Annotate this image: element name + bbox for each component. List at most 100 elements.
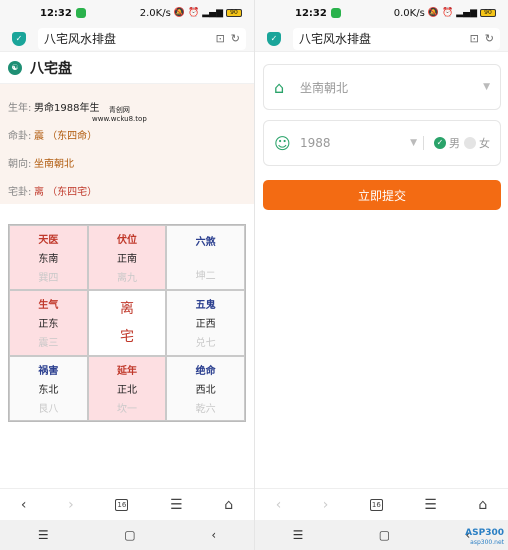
network-speed: 2.0K/s	[139, 7, 171, 19]
grid-center: 离 宅	[87, 290, 167, 356]
status-time: 12:32	[40, 7, 72, 19]
brand-name: ASP300	[465, 528, 504, 538]
url-box[interactable]: 八宅风水排盘 ⊡ ↻	[38, 27, 246, 50]
status-bar: 12:32 0.0K/s 🔕 ⏰ ▂▄▆ 90	[255, 0, 508, 26]
back-icon[interactable]: ‹	[21, 497, 27, 513]
battery-icon: 90	[480, 9, 496, 17]
browser-nav-bar: ‹ › 16 ☰ ⌂	[0, 488, 254, 520]
center-char: 离	[119, 300, 134, 317]
bazhai-title: 八宅盘	[30, 60, 72, 77]
tabs-button[interactable]: 16	[369, 498, 383, 511]
home-icon[interactable]: ⌂	[224, 497, 233, 513]
cell-star: 六煞	[195, 237, 216, 249]
grid-cell: 六煞 坤二	[166, 225, 245, 291]
bookmark-icon[interactable]: ⊡	[216, 32, 225, 45]
gender-label: 男	[449, 137, 460, 150]
cell-direction: 东北	[38, 384, 59, 396]
radio-dot-icon	[464, 137, 476, 149]
battery-icon: 90	[226, 9, 242, 17]
url-box[interactable]: 八宅风水排盘 ⊡ ↻	[293, 27, 500, 50]
signal-icon: ▂▄▆	[456, 8, 477, 18]
system-back-icon[interactable]: ‹	[211, 528, 216, 542]
year-select[interactable]: 1988	[300, 136, 410, 150]
cell-gua: 坤二	[195, 271, 216, 283]
info-row-zhai-gua: 宅卦: 离 （东四宅）	[8, 176, 246, 204]
submit-button[interactable]: 立即提交	[263, 180, 501, 210]
person-icon: ☺	[274, 133, 291, 153]
orientation-value: 坐南朝北	[300, 80, 349, 95]
cell-star: 延年	[116, 365, 137, 377]
divider	[423, 136, 424, 150]
wechat-icon	[330, 8, 341, 18]
cell-gua: 离九	[116, 273, 137, 285]
grid-cell: 祸害 东北 艮八	[9, 355, 88, 421]
shield-icon: ✓	[267, 31, 281, 46]
cell-gua: 震三	[38, 338, 59, 350]
browser-nav-bar: ‹ › 16 ☰ ⌂	[255, 488, 508, 520]
info-row-orientation: 朝向: 坐南朝北	[8, 148, 246, 176]
back-icon[interactable]: ‹	[276, 497, 282, 513]
grid-cell: 天医 东南 巽四	[9, 225, 88, 291]
signal-icon: ▂▄▆	[202, 8, 223, 18]
chevron-down-icon: ▼	[483, 82, 490, 92]
cell-star: 祸害	[38, 365, 59, 377]
cell-direction: 正东	[38, 319, 59, 331]
cell-direction: 正南	[116, 254, 137, 266]
cell-gua: 巽四	[38, 273, 59, 285]
system-home-icon[interactable]: ▢	[124, 528, 135, 542]
menu-icon[interactable]: ☰	[424, 497, 437, 513]
cell-gua: 坎一	[116, 403, 137, 415]
refresh-icon[interactable]: ↻	[231, 32, 240, 45]
grid-cell: 五鬼 正西 兑七	[166, 290, 245, 356]
cell-star: 绝命	[195, 365, 216, 377]
page-title: 八宅风水排盘	[44, 32, 117, 46]
gender-label: 女	[479, 137, 490, 150]
info-value: 坐南朝北	[34, 158, 74, 170]
grid-cell: 绝命 西北 乾六	[166, 355, 245, 421]
brand-watermark: ASP300 asp300.net	[465, 528, 504, 548]
recents-icon[interactable]: ☰	[293, 528, 304, 542]
orientation-select[interactable]: ⌂ 坐南朝北 ▼	[263, 64, 501, 110]
alarm-icon: ⏰	[442, 8, 454, 18]
info-value: 离 （东四宅）	[34, 186, 98, 198]
grid-cell: 伏位 正南 离九	[87, 225, 167, 291]
cell-direction: 东南	[38, 254, 59, 266]
cell-gua: 艮八	[38, 403, 59, 415]
watermark-line: www.wcku8.top	[92, 115, 147, 123]
info-label: 朝向:	[8, 158, 32, 170]
system-home-icon[interactable]: ▢	[379, 528, 390, 542]
mute-icon: 🔕	[427, 8, 440, 18]
info-row-ming-gua: 命卦: 震 （东四命）	[8, 120, 246, 148]
gender-male-radio[interactable]: ✓ 男	[434, 135, 460, 151]
tabs-button[interactable]: 16	[115, 498, 129, 511]
network-speed: 0.0K/s	[393, 7, 425, 19]
refresh-icon[interactable]: ↻	[485, 32, 494, 45]
left-screen: 12:32 2.0K/s 🔕 ⏰ ▂▄▆ 90 ✓ 八宅风水排盘 ⊡ ↻ ☯ 八…	[0, 0, 254, 550]
bazhai-grid: 天医 东南 巽四 伏位 正南 离九 六煞 坤二 生气 正东 震三 离 宅 五鬼 …	[8, 224, 246, 422]
home-icon[interactable]: ⌂	[478, 497, 487, 513]
check-icon: ✓	[434, 137, 446, 149]
alarm-icon: ⏰	[188, 8, 200, 18]
cell-gua: 兑七	[195, 338, 216, 350]
forward-icon[interactable]: ›	[68, 497, 74, 513]
bagua-logo-icon: ☯	[8, 60, 22, 75]
gender-female-radio[interactable]: 女	[464, 135, 490, 151]
status-time: 12:32	[295, 7, 327, 19]
wechat-icon	[75, 8, 86, 18]
chevron-down-icon[interactable]: ▼	[410, 138, 417, 148]
info-value: 震 （东四命）	[34, 130, 98, 142]
cell-star: 天医	[38, 235, 59, 247]
brand-url: asp300.net	[470, 539, 504, 546]
bazhai-header: ☯ 八宅盘	[0, 52, 254, 84]
address-bar: ✓ 八宅风水排盘 ⊡ ↻	[255, 26, 508, 52]
grid-cell: 生气 正东 震三	[9, 290, 88, 356]
forward-icon[interactable]: ›	[323, 497, 329, 513]
cell-direction: 正北	[116, 384, 137, 396]
cell-direction: 西北	[195, 384, 216, 396]
bookmark-icon[interactable]: ⊡	[470, 32, 479, 45]
menu-icon[interactable]: ☰	[170, 497, 183, 513]
status-bar: 12:32 2.0K/s 🔕 ⏰ ▂▄▆ 90	[0, 0, 254, 26]
info-label: 生年:	[8, 102, 32, 114]
cell-star: 生气	[38, 300, 59, 312]
recents-icon[interactable]: ☰	[38, 528, 49, 542]
